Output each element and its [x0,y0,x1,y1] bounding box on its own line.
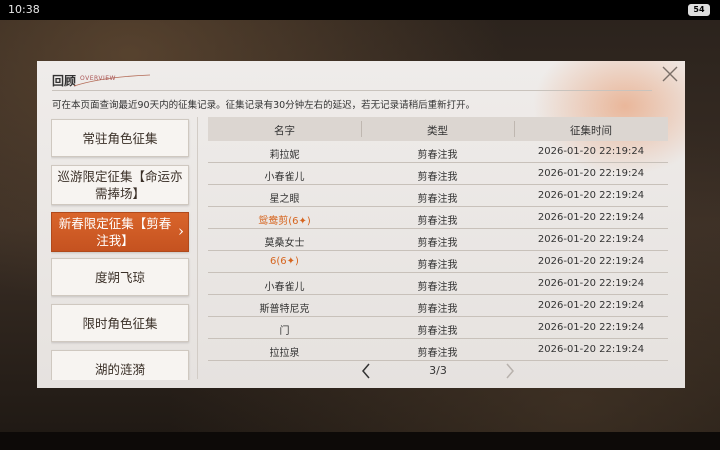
row-type: 剪春注我 [417,282,458,293]
category-label: 度朔飞琼 [94,269,145,285]
battery-icon: 54 [688,4,710,16]
dialog-title-sub: OVERVIEW [80,75,116,82]
table-row: 莉拉妮 剪春注我 2026-01-20 22:19:24 [208,141,668,163]
category-spring-limited[interactable]: 新春限定征集【剪春注我】 › [51,212,189,252]
row-type: 剪春注我 [417,216,458,227]
row-name: 鸳鸯剪(6✦) [258,216,311,227]
row-time: 2026-01-20 22:19:24 [537,146,645,157]
table-row: 拉拉泉 剪春注我 2026-01-20 22:19:24 [208,339,668,361]
table-row: 6(6✦) 剪春注我 2026-01-20 22:19:24 [208,251,668,273]
chevron-right-icon: › [178,222,184,240]
row-time: 2026-01-20 22:19:24 [537,278,645,289]
table-row: 门 剪春注我 2026-01-20 22:19:24 [208,317,668,339]
row-name: 莫桑女士 [264,238,305,249]
row-name: 小春雀儿 [264,282,305,293]
status-bar: 10:38 54 [0,0,720,20]
table-row: 斯普特尼克 剪春注我 2026-01-20 22:19:24 [208,295,668,317]
row-time: 2026-01-20 22:19:24 [537,168,645,179]
category-label: 湖的涟漪 [94,361,145,377]
row-time: 2026-01-20 22:19:24 [537,300,645,311]
row-type: 剪春注我 [417,326,458,337]
page-indicator: 3/3 [429,364,447,377]
header-type: 类型 [427,125,448,137]
history-dialog: 回顾 OVERVIEW 可在本页面查询最近90天内的征集记录。征集记录有30分钟… [37,61,685,388]
prev-page-button[interactable] [358,361,374,381]
close-button[interactable] [659,63,681,85]
row-type: 剪春注我 [417,172,458,183]
category-tour-limited[interactable]: 巡游限定征集【命运亦需捧场】 [51,165,189,205]
category-dushuo[interactable]: 度朔飞琼 [51,258,189,296]
row-name: 6(6✦) [270,256,299,267]
header-time: 征集时间 [570,125,612,137]
notice-text: 可在本页面查询最近90天内的征集记录。征集记录有30分钟左右的延迟，若无记录请稍… [52,100,476,111]
row-time: 2026-01-20 22:19:24 [537,344,645,355]
category-label: 巡游限定征集【命运亦需捧场】 [57,169,183,201]
close-icon [662,66,678,82]
divider [197,117,198,379]
row-time: 2026-01-20 22:19:24 [537,256,645,267]
category-label: 常驻角色征集 [82,130,158,146]
row-type: 剪春注我 [417,304,458,315]
bottom-bar [0,432,720,450]
row-time: 2026-01-20 22:19:24 [537,234,645,245]
row-type: 剪春注我 [417,238,458,249]
row-type: 剪春注我 [417,348,458,359]
table-row: 小春雀儿 剪春注我 2026-01-20 22:19:24 [208,163,668,185]
category-limited-character[interactable]: 限时角色征集 [51,304,189,342]
row-type: 剪春注我 [417,194,458,205]
row-name: 莉拉妮 [269,150,300,161]
row-type: 剪春注我 [417,260,458,271]
category-standard[interactable]: 常驻角色征集 [51,119,189,157]
pagination: 3/3 [208,361,668,381]
header-name: 名字 [274,125,295,137]
row-name: 小春雀儿 [264,172,305,183]
next-page-button[interactable] [502,361,518,381]
row-time: 2026-01-20 22:19:24 [537,190,645,201]
table-row: 星之眼 剪春注我 2026-01-20 22:19:24 [208,185,668,207]
row-time: 2026-01-20 22:19:24 [537,322,645,333]
row-time: 2026-01-20 22:19:24 [537,212,645,223]
table-header: 名字 类型 征集时间 [208,117,668,141]
row-name: 斯普特尼克 [259,304,310,315]
category-list: 常驻角色征集 巡游限定征集【命运亦需捧场】 新春限定征集【剪春注我】 › 度朔飞… [51,117,191,380]
status-time: 10:38 [8,3,40,16]
chevron-left-icon [362,363,370,379]
table-row: 小春雀儿 剪春注我 2026-01-20 22:19:24 [208,273,668,295]
chevron-right-icon [506,363,514,379]
title-divider [52,90,652,91]
category-label: 新春限定征集【剪春注我】 [58,216,172,248]
row-name: 拉拉泉 [269,348,300,359]
row-name: 星之眼 [269,194,300,205]
category-lake-ripple[interactable]: 湖的涟漪 [51,350,189,380]
table-row: 鸳鸯剪(6✦) 剪春注我 2026-01-20 22:19:24 [208,207,668,229]
category-label: 限时角色征集 [82,315,158,331]
row-name: 门 [279,326,290,337]
table-row: 莫桑女士 剪春注我 2026-01-20 22:19:24 [208,229,668,251]
row-type: 剪春注我 [417,150,458,161]
